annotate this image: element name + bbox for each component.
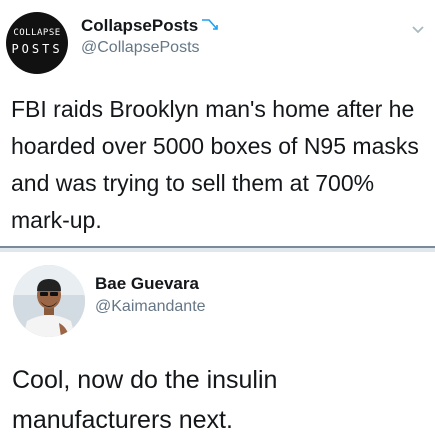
handle[interactable]: @CollapsePosts <box>81 39 200 57</box>
tweet-bottom: Bae Guevara @Kaimandante Cool, now do th… <box>0 252 435 434</box>
display-name[interactable]: Bae Guevara <box>95 274 199 294</box>
avatar[interactable]: COLLAPSE POSTS <box>6 12 68 74</box>
handle[interactable]: @Kaimandante <box>95 298 206 316</box>
chevron-down-icon[interactable] <box>411 22 425 34</box>
display-name[interactable]: CollapsePosts <box>81 16 219 36</box>
avatar-logo-text-2: POSTS <box>11 42 63 56</box>
tweet-top: COLLAPSE POSTS CollapsePosts @CollapsePo… <box>0 0 435 246</box>
trend-down-icon <box>201 17 219 31</box>
avatar[interactable] <box>13 265 85 337</box>
tweet-text: Cool, now do the insulin manufacturers n… <box>12 366 278 434</box>
display-name-label: CollapsePosts <box>81 16 199 35</box>
avatar-logo-text-1: COLLAPSE <box>13 28 61 38</box>
tweet-text: FBI raids Brooklyn man's home after he h… <box>11 96 419 233</box>
